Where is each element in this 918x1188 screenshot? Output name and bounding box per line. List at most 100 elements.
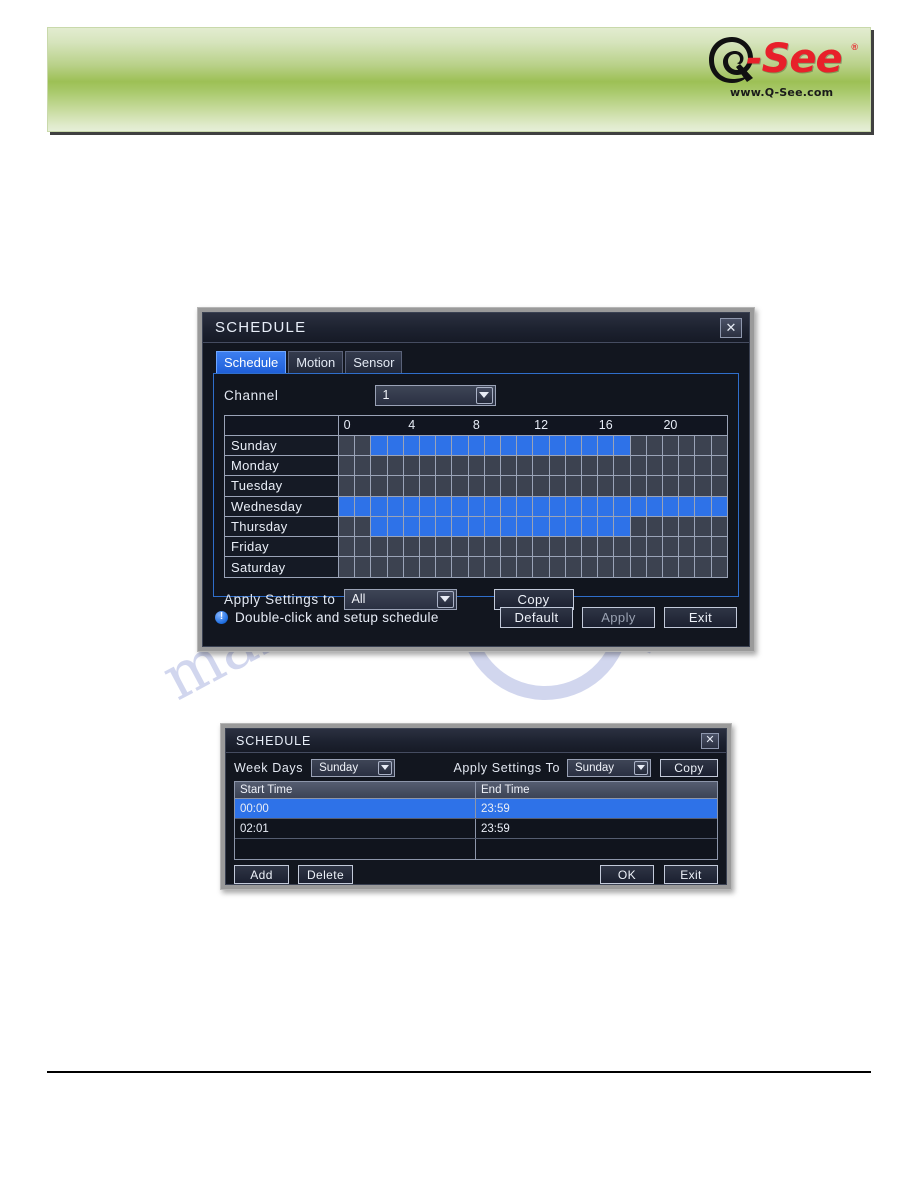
apply-settings-select[interactable]: All [343,588,457,610]
hour-cell[interactable] [711,496,727,516]
hour-cell[interactable] [403,557,421,578]
hour-cell[interactable] [582,496,599,516]
table-row[interactable]: 02:01 23:59 [235,819,717,839]
hour-cell[interactable] [484,557,502,578]
hour-cell[interactable] [598,536,615,557]
hour-cell[interactable] [517,476,534,496]
hour-cell[interactable] [468,436,485,456]
hour-cell[interactable] [549,436,566,456]
hour-cell[interactable] [484,496,502,516]
hour-cell[interactable] [533,456,550,476]
hour-cell[interactable] [501,516,518,536]
hour-cell[interactable] [355,476,372,496]
hour-cell[interactable] [695,557,712,578]
hour-cell[interactable] [663,476,680,496]
ok-button[interactable]: OK [600,865,654,884]
chevron-down-icon[interactable] [378,760,393,775]
hour-cell[interactable] [679,476,696,496]
hour-cell[interactable] [420,516,437,536]
hour-cell[interactable] [484,476,502,496]
close-icon[interactable]: ✕ [720,317,742,338]
hour-cell[interactable] [614,436,631,456]
hour-cell[interactable] [533,496,550,516]
hour-cell[interactable] [420,557,437,578]
hour-cell[interactable] [517,436,534,456]
hour-cell[interactable] [387,436,404,456]
hour-cell[interactable] [484,516,502,536]
hour-cell[interactable] [565,557,583,578]
hour-cell[interactable] [403,476,421,496]
hour-cell[interactable] [452,436,469,456]
hour-cell[interactable] [646,557,664,578]
hour-cell[interactable] [501,557,518,578]
hour-cell[interactable] [387,456,404,476]
hour-cell[interactable] [484,536,502,557]
exit-button[interactable]: Exit [664,606,737,628]
hour-cell[interactable] [436,557,453,578]
hour-cell[interactable] [420,456,437,476]
hour-cell[interactable] [387,476,404,496]
hour-cell[interactable] [387,496,404,516]
hour-cell[interactable] [565,476,583,496]
hour-cell[interactable] [420,436,437,456]
hour-cell[interactable] [549,456,566,476]
hour-cell[interactable] [582,516,599,536]
hour-cell[interactable] [695,496,712,516]
hour-cell[interactable] [468,536,485,557]
hour-cell[interactable] [339,496,356,516]
hour-cell[interactable] [339,516,356,536]
hour-cell[interactable] [582,536,599,557]
hour-cell[interactable] [646,476,664,496]
tab-schedule[interactable]: Schedule [216,351,287,373]
hour-cell[interactable] [646,516,664,536]
hour-cell[interactable] [565,516,583,536]
hour-cell[interactable] [582,456,599,476]
hour-cell[interactable] [371,436,388,456]
default-button[interactable]: Default [500,606,573,628]
add-button[interactable]: Add [234,865,289,884]
hour-cell[interactable] [598,496,615,516]
hour-cell[interactable] [468,496,485,516]
hour-cell[interactable] [533,516,550,536]
hour-cell[interactable] [711,476,727,496]
hour-cell[interactable] [598,476,615,496]
hour-cell[interactable] [436,456,453,476]
hour-cell[interactable] [565,496,583,516]
delete-button[interactable]: Delete [298,865,353,884]
hour-cell[interactable] [695,516,712,536]
hour-cell[interactable] [355,436,372,456]
hour-cell[interactable] [679,456,696,476]
table-row[interactable]: 00:00 23:59 [235,799,717,819]
hour-cell[interactable] [517,516,534,536]
hour-cell[interactable] [517,456,534,476]
hour-cell[interactable] [452,536,469,557]
hour-cell[interactable] [371,516,388,536]
hour-cell[interactable] [663,436,680,456]
hour-cell[interactable] [387,516,404,536]
hour-cell[interactable] [452,496,469,516]
hour-cell[interactable] [549,476,566,496]
channel-select[interactable]: 1 [374,384,496,406]
hour-cell[interactable] [549,496,566,516]
hour-cell[interactable] [403,436,421,456]
hour-cell[interactable] [598,456,615,476]
hour-cell[interactable] [679,536,696,557]
hour-cell[interactable] [598,557,615,578]
hour-cell[interactable] [614,496,631,516]
hour-cell[interactable] [646,536,664,557]
hour-cell[interactable] [501,456,518,476]
hour-cell[interactable] [711,456,727,476]
hour-cell[interactable] [501,496,518,516]
week-days-select[interactable]: Sunday [311,758,396,777]
hour-cell[interactable] [630,456,647,476]
hour-cell[interactable] [630,536,647,557]
hour-cell[interactable] [371,456,388,476]
hour-cell[interactable] [533,536,550,557]
hour-cell[interactable] [695,476,712,496]
exit-button[interactable]: Exit [664,865,718,884]
hour-cell[interactable] [711,536,727,557]
hour-cell[interactable] [452,516,469,536]
apply-button[interactable]: Apply [582,606,655,628]
hour-cell[interactable] [549,536,566,557]
hour-cell[interactable] [679,557,696,578]
